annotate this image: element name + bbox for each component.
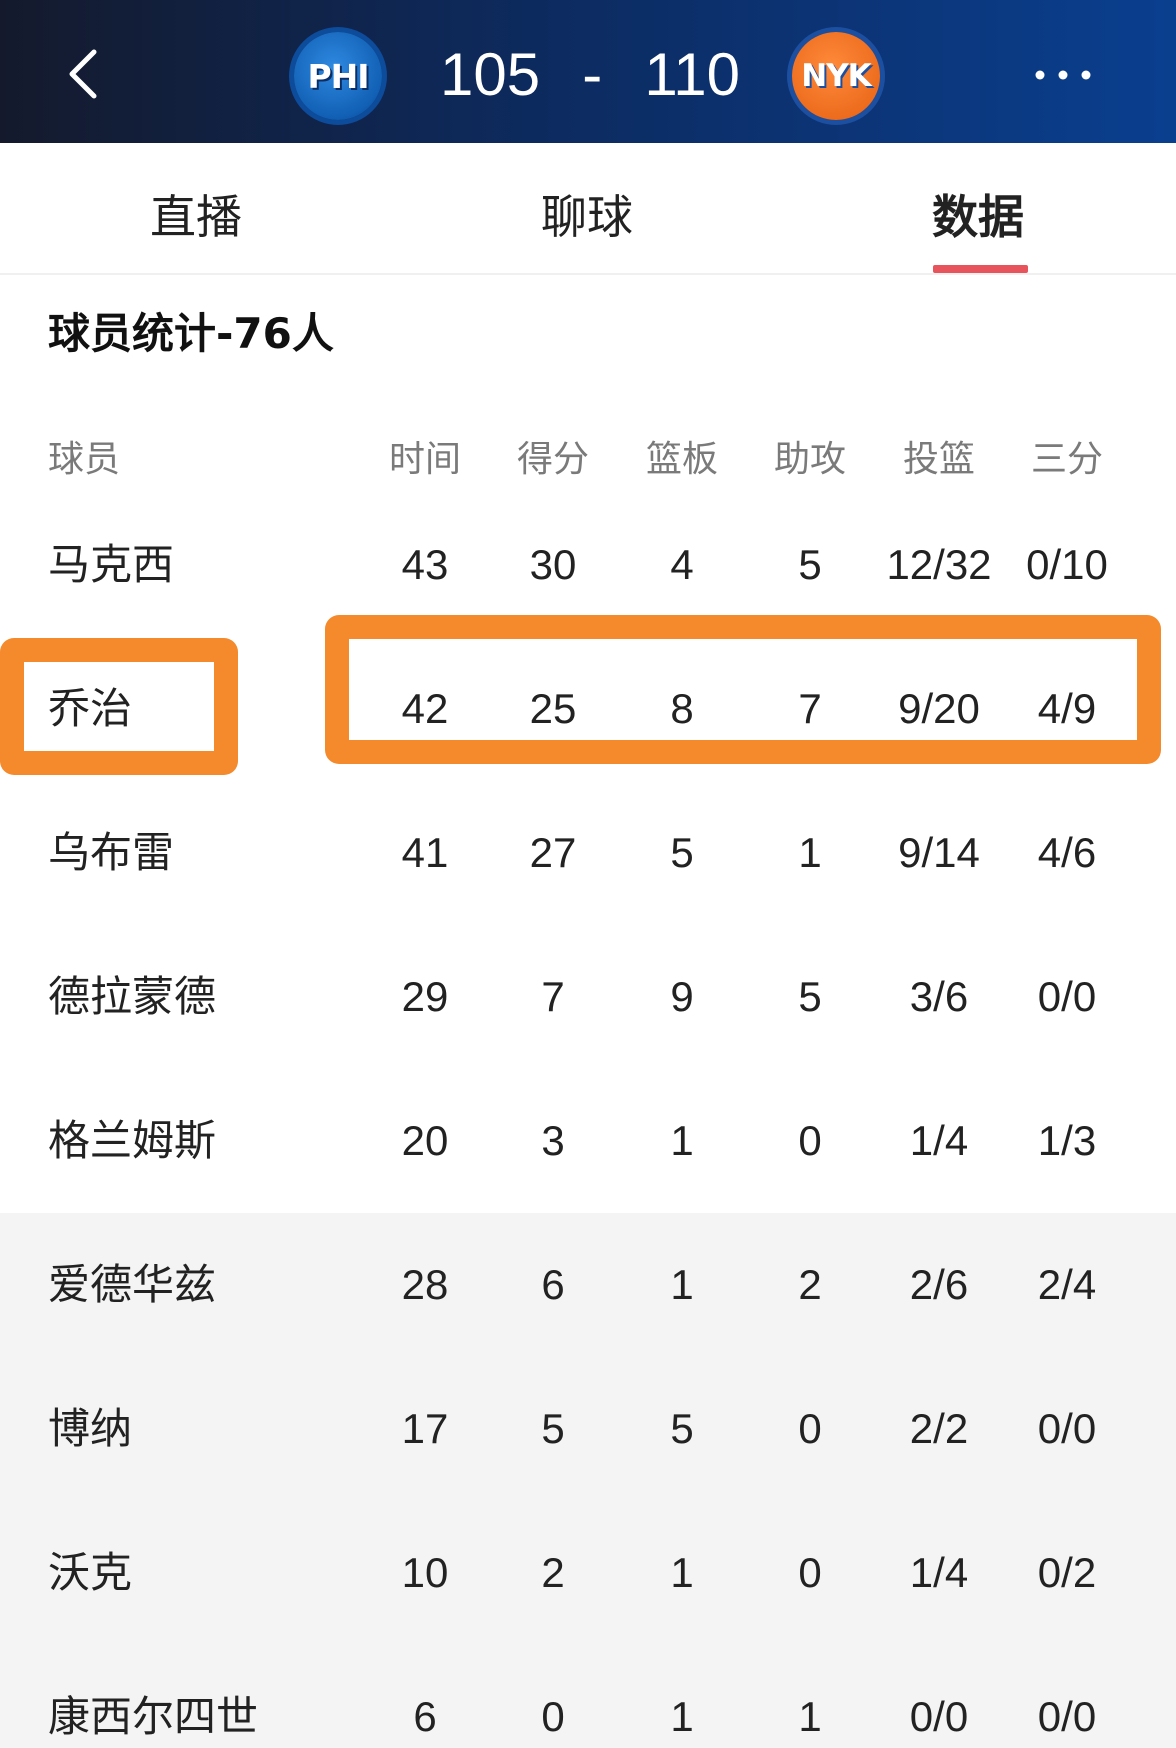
stat-3pt: 4/9 [1037,685,1097,732]
table-row[interactable]: 乔治 42 25 8 7 9/20 4/9 [0,637,1176,781]
player-name: 爱德华兹 [48,1260,217,1309]
stat-time: 29 [401,973,449,1020]
more-options-icon[interactable] [1030,60,1130,90]
col-header-3pt: 三分 [1030,439,1103,480]
player-name: 格兰姆斯 [48,1116,217,1165]
stat-points: 5 [541,1405,565,1452]
stat-assists: 0 [798,1549,822,1596]
stat-3pt: 0/2 [1037,1549,1097,1596]
stat-points: 25 [529,685,577,732]
stat-assists: 5 [798,973,822,1020]
stat-rebounds: 1 [670,1261,694,1308]
stat-rebounds: 1 [670,1693,694,1740]
stat-time: 10 [401,1549,449,1596]
stat-assists: 1 [798,829,822,876]
player-name: 沃克 [48,1548,133,1597]
stat-time: 20 [401,1117,449,1164]
home-team-logo[interactable]: PHI [294,32,382,120]
stat-points: 7 [541,973,565,1020]
stat-3pt: 0/10 [1026,541,1108,588]
stat-time: 43 [401,541,449,588]
stat-points: 6 [541,1261,565,1308]
stat-rebounds: 1 [670,1117,694,1164]
section-title: 球员统计-76人 [48,309,334,358]
col-header-time: 时间 [388,439,461,480]
tab-live[interactable]: 直播 [150,181,242,247]
stat-3pt: 4/6 [1037,829,1097,876]
stat-time: 42 [401,685,449,732]
stat-3pt: 0/0 [1037,973,1097,1020]
stat-3pt: 1/3 [1037,1117,1097,1164]
stat-fg: 1/4 [909,1549,969,1596]
home-score: 105 [440,40,541,108]
stat-rebounds: 1 [670,1549,694,1596]
stat-fg: 0/0 [909,1693,969,1740]
stat-fg: 9/14 [898,829,980,876]
table-row[interactable]: 德拉蒙德 29 7 9 5 3/6 0/0 [0,925,1176,1069]
stat-rebounds: 9 [670,973,694,1020]
player-name: 德拉蒙德 [48,972,217,1021]
away-team-logo[interactable]: NYK [792,32,880,120]
table-row[interactable]: 乌布雷 41 27 5 1 9/14 4/6 [0,781,1176,925]
stat-points: 30 [529,541,577,588]
stat-assists: 0 [798,1405,822,1452]
stat-assists: 1 [798,1693,822,1740]
stat-3pt: 0/0 [1037,1693,1097,1740]
table-row[interactable]: 康西尔四世 6 0 1 1 0/0 0/0 [0,1645,1176,1748]
tab-bar: 直播 聊球 数据 [0,143,1176,275]
player-name: 康西尔四世 [48,1692,259,1741]
away-team-abbr: NYK [801,58,871,94]
col-header-points: 得分 [516,439,589,480]
table-row[interactable]: 马克西 43 30 4 5 12/32 0/10 [0,493,1176,637]
stat-fg: 9/20 [898,685,980,732]
stat-rebounds: 8 [670,685,694,732]
active-tab-indicator [933,265,1028,273]
tab-chat[interactable]: 聊球 [541,181,633,247]
col-header-rebounds: 篮板 [645,439,718,480]
score-separator: - [582,40,603,108]
stat-assists: 7 [798,685,822,732]
stat-fg: 1/4 [909,1117,969,1164]
back-icon[interactable] [56,44,116,104]
away-score: 110 [644,40,740,108]
table-row[interactable]: 爱德华兹 28 6 1 2 2/6 2/4 [0,1213,1176,1357]
game-header: PHI 105 - 110 NYK [0,0,1176,143]
player-name: 乌布雷 [48,828,175,877]
stat-3pt: 0/0 [1037,1405,1097,1452]
scoreboard: 105 - 110 [440,34,740,114]
stat-time: 17 [401,1405,449,1452]
stat-rebounds: 5 [670,1405,694,1452]
home-team-abbr: PHI [307,56,369,96]
table-row[interactable]: 沃克 10 2 1 0 1/4 0/2 [0,1501,1176,1645]
stat-fg: 2/6 [909,1261,969,1308]
stat-fg: 2/2 [909,1405,969,1452]
col-header-player: 球员 [48,439,121,480]
stat-fg: 3/6 [909,973,969,1020]
stat-points: 3 [541,1117,565,1164]
table-row[interactable]: 博纳 17 5 5 0 2/2 0/0 [0,1357,1176,1501]
stat-fg: 12/32 [886,541,992,588]
player-name: 马克西 [48,540,175,589]
stat-points: 2 [541,1549,565,1596]
stat-assists: 2 [798,1261,822,1308]
stat-time: 41 [401,829,449,876]
stat-points: 0 [541,1693,565,1740]
table-row[interactable]: 格兰姆斯 20 3 1 0 1/4 1/3 [0,1069,1176,1213]
player-name: 乔治 [48,684,133,733]
tab-stats[interactable]: 数据 [932,181,1024,247]
stat-rebounds: 5 [670,829,694,876]
stat-time: 6 [413,1693,437,1740]
stat-rebounds: 4 [670,541,694,588]
stat-assists: 5 [798,541,822,588]
stat-time: 28 [401,1261,449,1308]
stat-points: 27 [529,829,577,876]
col-header-fg: 投篮 [902,439,975,480]
player-name: 博纳 [48,1404,133,1453]
stat-assists: 0 [798,1117,822,1164]
stat-3pt: 2/4 [1037,1261,1097,1308]
col-header-assists: 助攻 [773,439,846,480]
